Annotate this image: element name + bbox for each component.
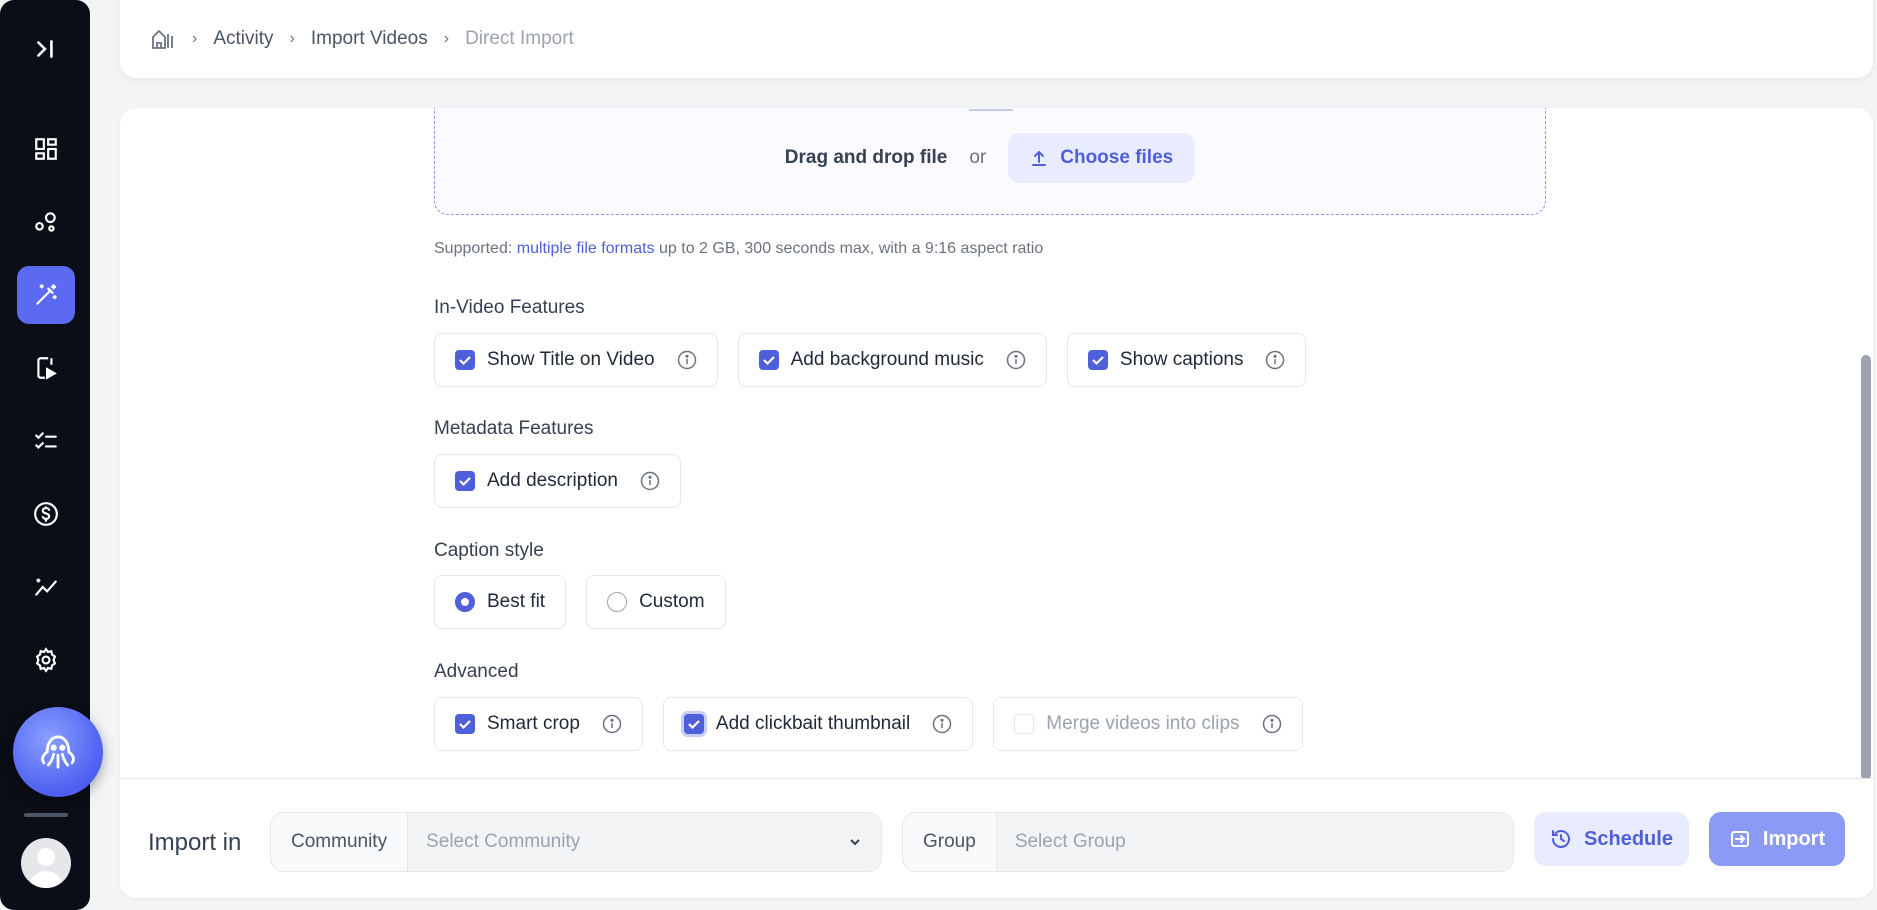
info-icon[interactable]	[932, 714, 952, 734]
phone-video-icon[interactable]	[17, 339, 75, 397]
checkbox-checked-icon[interactable]	[455, 350, 475, 370]
custom-label: Custom	[639, 591, 705, 612]
chevron-right-icon: ›	[289, 30, 295, 47]
file-dropzone[interactable]: Drag and drop file or Choose files	[434, 108, 1546, 215]
file-formats-link[interactable]: multiple file formats	[517, 240, 655, 257]
or-text: or	[969, 147, 987, 168]
best-fit-label: Best fit	[487, 591, 546, 612]
dropzone-divider	[969, 109, 1013, 111]
checkbox-checked-icon[interactable]	[455, 471, 475, 491]
background-music-option[interactable]: Add background music	[737, 333, 1047, 387]
upload-icon	[1032, 150, 1047, 166]
info-icon[interactable]	[1262, 714, 1282, 734]
supported-formats-note: Supported: multiple file formats up to 2…	[434, 240, 1043, 258]
show-captions-option[interactable]: Show captions	[1066, 333, 1307, 387]
metadata-options: Add description	[434, 454, 681, 508]
show-title-option[interactable]: Show Title on Video	[434, 333, 718, 387]
schedule-label: Schedule	[1584, 827, 1673, 850]
nodes-icon[interactable]	[17, 193, 75, 251]
smart-crop-label: Smart crop	[487, 713, 580, 734]
sidebar-divider	[24, 813, 68, 817]
community-placeholder: Select Community	[426, 831, 581, 852]
group-placeholder: Select Group	[1014, 831, 1126, 852]
magic-wand-icon[interactable]	[17, 266, 75, 324]
best-fit-option[interactable]: Best fit	[434, 575, 567, 629]
checkbox-disabled-icon	[1014, 714, 1035, 734]
analytics-icon[interactable]	[17, 558, 75, 616]
chevron-down-icon	[850, 839, 860, 846]
scrollbar-thumb[interactable]	[1861, 355, 1871, 780]
community-select[interactable]: Select Community	[408, 813, 881, 871]
radio-unselected-icon[interactable]	[607, 592, 628, 612]
breadcrumb-activity[interactable]: Activity	[213, 28, 273, 50]
community-field: Community Select Community	[270, 812, 882, 872]
metadata-features-heading: Metadata Features	[434, 418, 594, 439]
info-icon[interactable]	[1006, 350, 1026, 370]
checkbox-checked-icon[interactable]	[455, 714, 475, 734]
smart-crop-option[interactable]: Smart crop	[434, 697, 643, 751]
chevron-right-icon: ›	[443, 30, 450, 47]
choose-files-button[interactable]: Choose files	[1008, 133, 1196, 183]
octopus-icon[interactable]	[13, 707, 103, 797]
show-captions-label: Show captions	[1119, 349, 1244, 370]
clickbait-thumbnail-option[interactable]: Add clickbait thumbnail	[662, 697, 974, 751]
dollar-icon[interactable]	[17, 485, 75, 543]
history-icon	[1552, 830, 1571, 848]
in-video-features-heading: In-Video Features	[434, 297, 585, 318]
supported-suffix: up to 2 GB, 300 seconds max, with a 9:16…	[659, 240, 1044, 257]
breadcrumb-import-videos[interactable]: Import Videos	[311, 28, 428, 50]
import-button[interactable]: Import	[1709, 812, 1845, 866]
header: › Activity › Import Videos › Direct Impo…	[120, 0, 1873, 78]
add-description-option[interactable]: Add description	[434, 454, 681, 508]
info-icon[interactable]	[677, 350, 697, 370]
drag-drop-text: Drag and drop file	[784, 147, 948, 168]
choose-files-label: Choose files	[1060, 147, 1174, 168]
checkbox-checked-icon[interactable]	[758, 350, 779, 370]
info-icon[interactable]	[640, 471, 660, 491]
checkbox-checked-icon[interactable]	[683, 714, 704, 734]
user-avatar-icon[interactable]	[21, 838, 71, 888]
checkbox-checked-icon[interactable]	[1087, 350, 1108, 370]
group-select[interactable]: Select Group	[996, 813, 1513, 871]
sidebar	[0, 0, 103, 910]
import-label: Import	[1762, 827, 1826, 850]
dashboard-icon[interactable]	[17, 120, 75, 178]
info-icon[interactable]	[602, 714, 622, 734]
advanced-heading: Advanced	[434, 661, 519, 682]
import-icon	[1730, 831, 1749, 847]
clickbait-thumbnail-label: Add clickbait thumbnail	[715, 713, 911, 734]
merge-videos-label: Merge videos into clips	[1046, 713, 1240, 734]
chevron-right-icon: ›	[192, 30, 198, 47]
show-title-label: Show Title on Video	[487, 349, 655, 370]
advanced-options: Smart crop Add clickbait thumbnail Merge…	[434, 697, 1303, 751]
collapse-icon[interactable]	[17, 20, 75, 78]
in-video-options: Show Title on Video Add background music…	[434, 333, 1307, 387]
radio-selected-icon[interactable]	[455, 592, 475, 612]
breadcrumb-direct-import: Direct Import	[465, 28, 574, 49]
merge-videos-option: Merge videos into clips	[993, 697, 1303, 751]
gear-icon[interactable]	[17, 631, 75, 689]
import-bar: Import in Community Select Community Gro…	[120, 778, 1873, 898]
import-in-label: Import in	[148, 829, 242, 856]
community-label: Community	[271, 813, 409, 871]
info-icon[interactable]	[1265, 350, 1285, 370]
home-icon[interactable]	[150, 26, 176, 52]
add-description-label: Add description	[487, 470, 618, 491]
custom-option[interactable]: Custom	[586, 575, 726, 629]
caption-style-heading: Caption style	[434, 540, 544, 561]
checklist-icon[interactable]	[17, 412, 75, 470]
group-label: Group	[903, 813, 997, 871]
background-music-label: Add background music	[790, 349, 984, 370]
group-field: Group Select Group	[902, 812, 1514, 872]
supported-prefix: Supported:	[434, 240, 513, 257]
caption-style-options: Best fit Custom	[434, 575, 726, 629]
schedule-button[interactable]: Schedule	[1534, 812, 1689, 866]
